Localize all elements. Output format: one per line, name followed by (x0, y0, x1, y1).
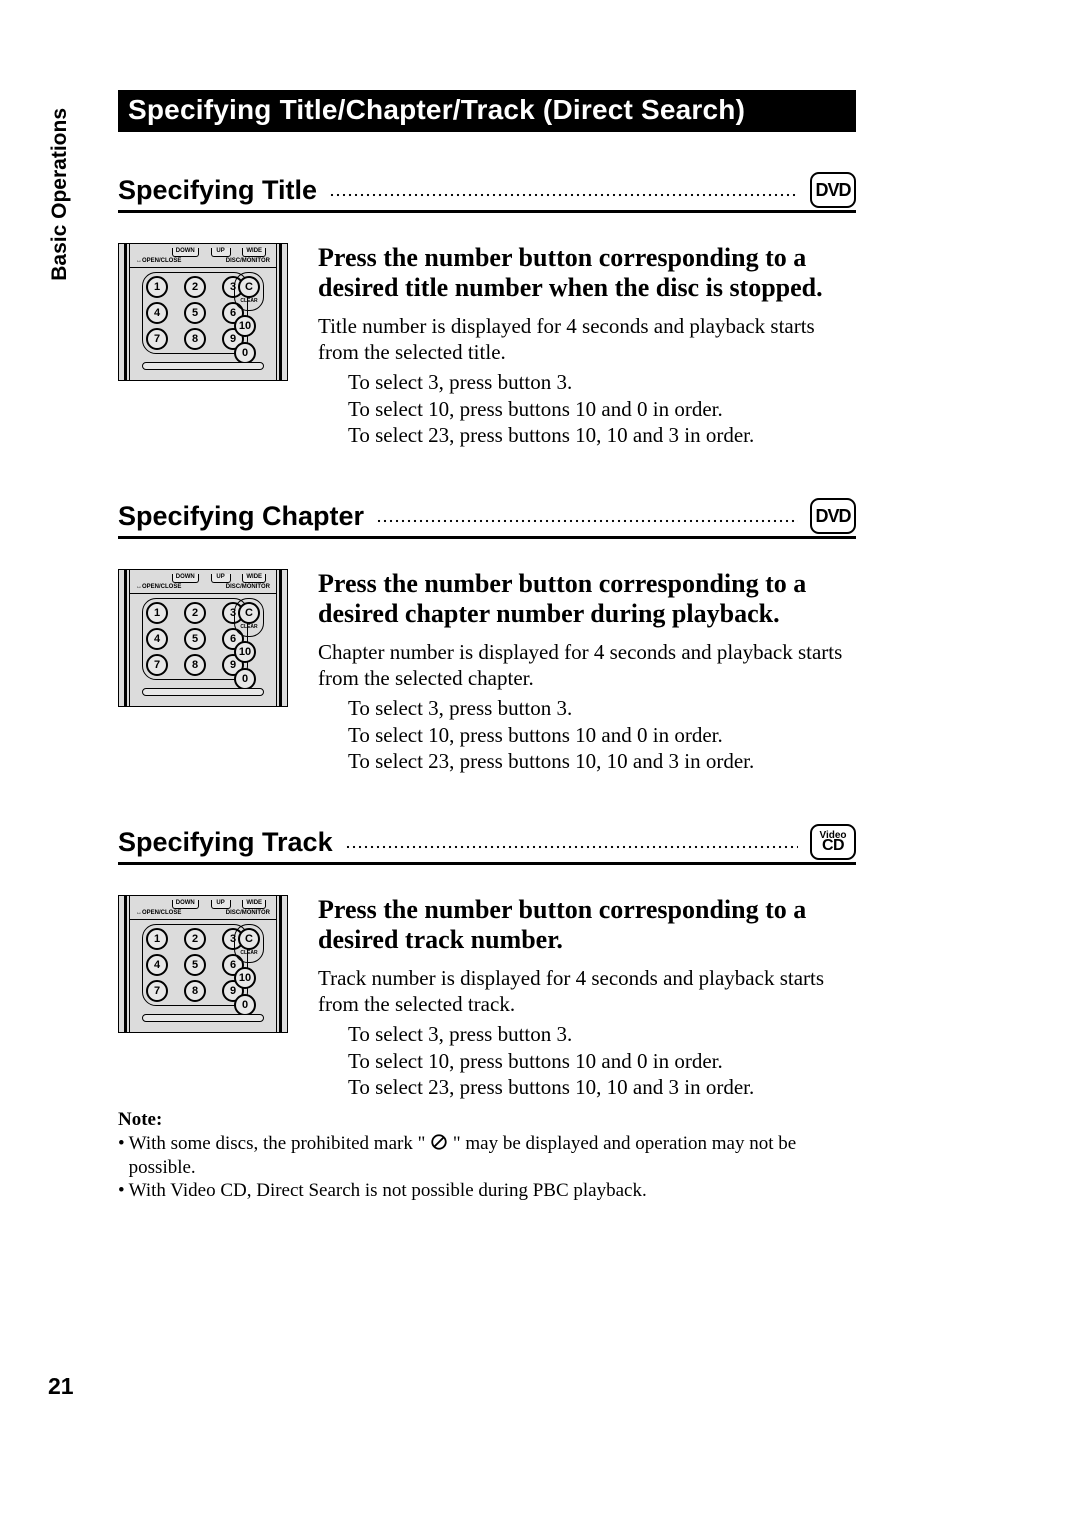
keypad-button-10: 10 (234, 967, 256, 989)
keypad-button-7: 7 (146, 980, 168, 1002)
remote-label: ↔OPEN/CLOSE (136, 910, 181, 916)
remote-top-button: WIDE (242, 574, 266, 583)
dvd-badge-icon: DVD (810, 172, 856, 208)
note-item: With Video CD, Direct Search is not poss… (118, 1179, 856, 1203)
example-line: To select 3, press button 3. (348, 1021, 856, 1047)
keypad-label-clear: CLEAR (238, 951, 260, 956)
remote-top-button: UP (211, 900, 231, 909)
dotted-rule (345, 835, 798, 849)
keypad-button-0: 0 (234, 994, 256, 1016)
section-heading: Specifying Track (118, 827, 333, 858)
main-heading: Specifying Title/Chapter/Track (Direct S… (128, 94, 846, 126)
remote-top-button: WIDE (242, 248, 266, 257)
remote-keypad-illustration: X DOWN UP WIDE ↔OPEN/CLOSE DISC/MONITOR (118, 243, 288, 381)
keypad-button-7: 7 (146, 328, 168, 350)
keypad-button-7: 7 (146, 654, 168, 676)
keypad-button-1: 1 (146, 928, 168, 950)
remote-top-button: DOWN (172, 574, 199, 583)
remote-top-button: WIDE (242, 900, 266, 909)
section-specifying-title: Specifying Title DVD X DOWN UP WIDE ↔OPE… (118, 172, 856, 448)
example-line: To select 23, press buttons 10, 10 and 3… (348, 748, 856, 774)
note-text-pre: With some discs, the prohibited mark " (129, 1133, 426, 1154)
remote-label: ↔OPEN/CLOSE (136, 258, 181, 264)
lead-instruction: Press the number button corresponding to… (318, 243, 856, 303)
note-item: With some discs, the prohibited mark " "… (118, 1132, 856, 1180)
remote-keypad-illustration: X DOWN UP WIDE ↔OPEN/CLOSE DISC/MONITOR (118, 895, 288, 1033)
keypad-button-clear: C (238, 276, 260, 298)
keypad-button-5: 5 (184, 628, 206, 650)
example-line: To select 3, press button 3. (348, 369, 856, 395)
remote-top-button: UP (211, 574, 231, 583)
page-content: Specifying Title/Chapter/Track (Direct S… (118, 90, 856, 1253)
keypad-button-8: 8 (184, 654, 206, 676)
example-line: To select 23, press buttons 10, 10 and 3… (348, 1074, 856, 1100)
example-line: To select 3, press button 3. (348, 695, 856, 721)
keypad-button-4: 4 (146, 628, 168, 650)
section-specifying-chapter: Specifying Chapter DVD X DOWN UP WIDE ↔O… (118, 498, 856, 774)
keypad-button-2: 2 (184, 928, 206, 950)
section-specifying-track: Specifying Track Video CD X DOWN UP WIDE… (118, 824, 856, 1203)
keypad-button-2: 2 (184, 602, 206, 624)
keypad-button-5: 5 (184, 302, 206, 324)
section-heading: Specifying Title (118, 175, 317, 206)
description: Title number is displayed for 4 seconds … (318, 313, 856, 366)
keypad-button-5: 5 (184, 954, 206, 976)
dvd-badge-icon: DVD (810, 498, 856, 534)
prohibited-icon (430, 1133, 448, 1151)
main-heading-bar: Specifying Title/Chapter/Track (Direct S… (118, 90, 856, 132)
keypad-label-clear: CLEAR (238, 625, 260, 630)
keypad-button-1: 1 (146, 602, 168, 624)
remote-label: DISC/MONITOR (226, 258, 270, 264)
remote-bottom-bar (142, 362, 264, 370)
remote-top-button: DOWN (172, 900, 199, 909)
example-line: To select 10, press buttons 10 and 0 in … (348, 1048, 856, 1074)
remote-bottom-bar (142, 688, 264, 696)
lead-instruction: Press the number button corresponding to… (318, 895, 856, 955)
example-line: To select 23, press buttons 10, 10 and 3… (348, 422, 856, 448)
keypad-button-clear: C (238, 928, 260, 950)
keypad-button-0: 0 (234, 342, 256, 364)
description: Track number is displayed for 4 seconds … (318, 965, 856, 1018)
note-title: Note: (118, 1108, 856, 1132)
sidebar-section-label: Basic Operations (48, 108, 72, 281)
lead-instruction: Press the number button corresponding to… (318, 569, 856, 629)
note-block: Note: With some discs, the prohibited ma… (118, 1108, 856, 1203)
badge-bottom-text: CD (822, 840, 844, 853)
remote-label: DISC/MONITOR (226, 910, 270, 916)
keypad-button-10: 10 (234, 641, 256, 663)
remote-keypad-illustration: X DOWN UP WIDE ↔OPEN/CLOSE DISC/MONITOR (118, 569, 288, 707)
keypad-button-4: 4 (146, 954, 168, 976)
keypad-button-4: 4 (146, 302, 168, 324)
section-heading: Specifying Chapter (118, 501, 364, 532)
remote-label: DISC/MONITOR (226, 584, 270, 590)
keypad-label-clear: CLEAR (238, 299, 260, 304)
example-line: To select 10, press buttons 10 and 0 in … (348, 722, 856, 748)
keypad-button-2: 2 (184, 276, 206, 298)
dotted-rule (329, 183, 798, 197)
remote-label: ↔OPEN/CLOSE (136, 584, 181, 590)
keypad-button-8: 8 (184, 980, 206, 1002)
keypad-button-8: 8 (184, 328, 206, 350)
remote-top-button: DOWN (172, 248, 199, 257)
dotted-rule (376, 509, 798, 523)
video-cd-badge-icon: Video CD (810, 824, 856, 860)
remote-top-button: UP (211, 248, 231, 257)
keypad-button-10: 10 (234, 315, 256, 337)
remote-bottom-bar (142, 1014, 264, 1022)
keypad-button-clear: C (238, 602, 260, 624)
example-line: To select 10, press buttons 10 and 0 in … (348, 396, 856, 422)
description: Chapter number is displayed for 4 second… (318, 639, 856, 692)
keypad-button-0: 0 (234, 668, 256, 690)
keypad-button-1: 1 (146, 276, 168, 298)
page-number: 21 (48, 1373, 74, 1400)
